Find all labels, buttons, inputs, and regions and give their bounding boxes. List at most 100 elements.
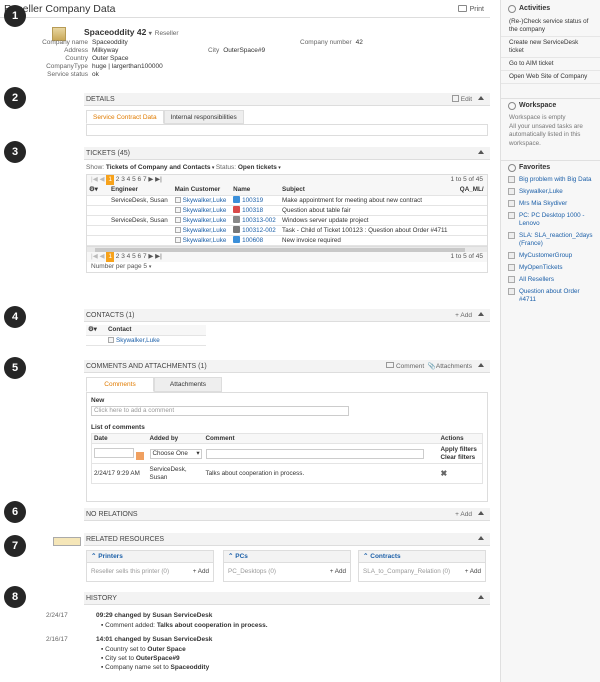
ticket-link[interactable]: 100312-002 [242,227,276,234]
print-button[interactable]: Print [457,5,484,13]
contracts-box-header[interactable]: ⌃ Contracts [359,551,485,563]
ticket-link[interactable]: 100319 [242,197,263,204]
contact-link[interactable]: Skywalker,Luke [116,337,160,344]
favorite-item[interactable]: All Resellers [501,274,600,286]
column-header[interactable]: Subject [280,185,458,196]
chevron-down-icon[interactable]: ▾ [277,165,281,171]
table-row[interactable]: ServiceDesk, Susan Skywalker,Luke 100319 Ma… [87,195,487,206]
calendar-icon[interactable] [136,451,144,460]
ticket-filter-select[interactable]: Tickets of Company and Contacts [106,164,211,171]
first-page-icon[interactable]: |◀ ◀ [91,253,105,260]
resources-header[interactable]: RELATED RESOURCES [84,533,490,546]
table-row[interactable]: Skywalker,Luke [86,335,206,346]
collapse-icon[interactable] [478,96,484,100]
column-header[interactable]: Added by [147,433,204,444]
customer-link[interactable]: Skywalker,Luke [183,217,227,224]
favorites-header[interactable]: Favorites [501,160,600,174]
page-link[interactable]: 2 [116,176,120,183]
activity-item[interactable]: (Re-)Check service status of the company [501,16,600,37]
customer-link[interactable]: Skywalker,Luke [183,227,227,234]
table-row[interactable]: Skywalker,Luke 100608 New invoice required [87,235,487,246]
relations-add-button[interactable]: + Add [455,508,484,521]
page-link[interactable]: 2 [116,253,120,260]
page-link[interactable]: 3 [121,253,125,260]
chevron-down-icon[interactable]: ▾ [149,31,152,37]
table-row[interactable]: Skywalker,Luke 100318 Question about table… [87,205,487,216]
gear-icon[interactable]: ⚙▾ [86,325,106,336]
ticket-link[interactable]: 100318 [242,207,263,214]
tab-attachments[interactable]: Attachments [154,377,222,392]
column-header[interactable]: QA_ML/ [457,185,487,196]
customer-link[interactable]: Skywalker,Luke [183,207,227,214]
favorite-item[interactable]: MyCustomerGroup [501,250,600,262]
comment-button[interactable]: Comment [385,362,424,370]
tab-comments[interactable]: Comments [86,377,154,392]
page-link[interactable]: 4 [127,176,131,183]
next-page-icon[interactable]: ▶ ▶| [148,253,162,260]
collapse-icon[interactable] [478,363,484,367]
first-page-icon[interactable]: |◀ ◀ [91,176,105,183]
ticket-link[interactable]: 100313-002 [242,217,276,224]
favorite-item[interactable]: Question about Order #4711 [501,286,600,306]
collapse-toggle[interactable] [472,147,484,160]
collapse-icon[interactable] [478,511,484,515]
workspace-header[interactable]: Workspace [501,98,600,112]
page-link[interactable]: 5 [132,176,136,183]
attachments-button[interactable]: 📎Attachments [428,363,472,370]
favorite-item[interactable]: MyOpenTickets [501,262,600,274]
add-pc-button[interactable]: + Add [330,568,346,575]
favorite-item[interactable]: PC: PC Desktop 1000 - Lenovo [501,210,600,230]
activity-item[interactable]: Open Web Site of Company [501,71,600,84]
chevron-down-icon[interactable]: ▾ [149,264,152,270]
activity-item[interactable]: Go to AIM ticket [501,58,600,71]
comments-header[interactable]: COMMENTS AND ATTACHMENTS (1) Comment 📎Att… [84,360,490,373]
favorite-item[interactable]: SLA: SLA_reaction_2days (France) [501,230,600,250]
page-link[interactable]: 3 [121,176,125,183]
delete-icon[interactable]: ✖ [438,463,483,484]
tab-service-contract-data[interactable]: Service Contract Data [86,110,164,124]
column-header[interactable]: Name [231,185,281,196]
contacts-add-button[interactable]: + Add [455,309,484,322]
table-row[interactable]: Skywalker,Luke 100312-002 Task - Child of … [87,225,487,236]
relations-header[interactable]: NO RELATIONS + Add [84,508,490,521]
clear-filters-button[interactable]: Clear filters [441,454,481,462]
column-header[interactable]: Comment [203,433,439,444]
details-header[interactable]: DETAILS Edit [84,93,490,106]
page-link[interactable]: 4 [127,253,131,260]
add-contract-button[interactable]: + Add [465,568,481,575]
activities-header[interactable]: Activities [501,2,600,16]
column-header[interactable]: Engineer [109,185,173,196]
table-row[interactable]: 2/24/17 9:29 AM ServiceDesk, Susan Talks… [91,463,483,484]
date-filter-input[interactable] [94,447,134,458]
column-header[interactable]: Date [91,433,148,444]
page-link[interactable]: 1 [106,175,114,185]
table-row[interactable]: ServiceDesk, Susan Skywalker,Luke 100313-0… [87,215,487,226]
status-filter-select[interactable]: Open tickets [238,164,277,171]
new-comment-input[interactable]: Click here to add a comment [91,406,349,416]
activity-item[interactable]: Create new ServiceDesk ticket [501,37,600,58]
page-link[interactable]: 6 [138,176,142,183]
next-page-icon[interactable]: ▶ ▶| [148,176,162,183]
tab-internal-responsibilities[interactable]: Internal responsibilities [163,110,244,124]
favorite-item[interactable]: Big problem with Big Data [501,174,600,186]
page-link[interactable]: 6 [138,253,142,260]
details-edit-button[interactable]: Edit [451,93,484,106]
apply-filters-button[interactable]: Apply filters [441,446,481,454]
page-link[interactable]: 7 [143,176,147,183]
collapse-icon[interactable] [478,312,484,316]
per-page-select[interactable]: 5 [143,263,147,270]
pcs-box-header[interactable]: ⌃ PCs [224,551,350,563]
favorite-item[interactable]: Mrs Mia Skydiver [501,198,600,210]
contacts-header[interactable]: CONTACTS (1) + Add [84,309,490,322]
added-by-filter-select[interactable]: Choose One ▾ [149,448,202,459]
comment-filter-input[interactable] [205,448,424,459]
gear-icon[interactable]: ⚙▾ [87,185,109,196]
printers-box-header[interactable]: ⌃ Printers [87,551,213,563]
column-header[interactable]: Main Customer [172,185,232,196]
favorite-item[interactable]: Skywalker,Luke [501,186,600,198]
history-header[interactable]: HISTORY [84,592,490,605]
page-link[interactable]: 1 [106,251,114,262]
collapse-toggle[interactable] [472,592,484,605]
collapse-toggle[interactable] [472,533,484,546]
page-link[interactable]: 7 [143,253,147,260]
